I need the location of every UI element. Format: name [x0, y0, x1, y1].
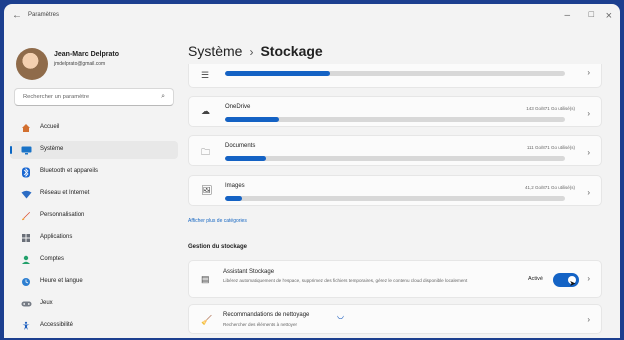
assistant-description: Libérez automatiquement de l'espace, sup…: [223, 278, 468, 283]
section-title: Gestion du stockage: [188, 244, 248, 250]
folder-icon: 🗀: [201, 147, 211, 157]
search-input[interactable]: Rechercher un paramètre ⌕: [14, 88, 174, 106]
list-icon: ☰: [201, 70, 210, 80]
sidebar-item-label: Heure et langue: [40, 278, 83, 284]
loading-icon: ◡: [337, 311, 344, 320]
sidebar-item-systeme[interactable]: Système: [10, 141, 178, 159]
settings-window: ← Paramètres – □ × Jean-Marc Delprato jm…: [4, 4, 620, 338]
toggle-state-label: Activé: [528, 276, 543, 282]
network-icon: [20, 188, 32, 200]
chevron-right-icon: ›: [587, 274, 590, 283]
breadcrumb: Système › Stockage: [188, 43, 323, 59]
sidebar-item-bluetooth[interactable]: Bluetooth et appareils: [10, 163, 178, 181]
title-bar: ← Paramètres – □ ×: [4, 4, 620, 28]
apps-icon: [20, 232, 32, 244]
sidebar-item-label: Accessibilité: [40, 322, 74, 328]
home-icon: [20, 122, 32, 134]
time-language-icon: [20, 276, 32, 288]
cloud-icon: ☁: [201, 106, 210, 116]
active-indicator: [10, 146, 12, 154]
search-placeholder: Rechercher un paramètre: [23, 94, 90, 100]
sidebar-item-applications[interactable]: Applications: [10, 229, 178, 247]
sidebar-item-label: Système: [40, 146, 64, 152]
progress-fill: [225, 117, 280, 122]
storage-row-images[interactable]: 🖼 Images 41,2 Go/871 Go utilisé(s) ›: [188, 175, 602, 206]
back-arrow-icon[interactable]: ←: [12, 10, 22, 21]
sidebar-item-label: Jeux: [40, 300, 53, 306]
progress-bar: [225, 196, 565, 201]
storage-assistant-card[interactable]: ▤ Assistant Stockage Libérez automatique…: [188, 260, 602, 298]
window-title: Paramètres: [28, 12, 60, 18]
sidebar-item-comptes[interactable]: Comptes: [10, 251, 178, 269]
sidebar-item-label: Réseau et Internet: [40, 190, 90, 196]
sidebar-item-accueil[interactable]: Accueil: [10, 119, 178, 137]
cleanup-description: Rechercher des éléments à nettoyer: [223, 322, 298, 327]
progress-bar: [225, 71, 565, 76]
close-button[interactable]: ×: [606, 10, 612, 22]
progress-bar: [225, 156, 565, 161]
sidebar: Jean-Marc Delprato jmdelprato@gmail.com …: [4, 28, 182, 338]
bluetooth-icon: [20, 166, 32, 178]
profile-email: jmdelprato@gmail.com: [54, 61, 106, 67]
progress-fill: [225, 156, 266, 161]
accessibility-icon: [20, 320, 32, 332]
brush-icon: [20, 210, 32, 222]
sidebar-item-jeux[interactable]: Jeux: [10, 295, 178, 313]
sidebar-item-reseau[interactable]: Réseau et Internet: [10, 185, 178, 203]
chevron-right-icon: ›: [587, 188, 590, 197]
profile-name: Jean-Marc Delprato: [54, 51, 119, 58]
more-categories-link[interactable]: Afficher plus de catégories: [188, 218, 247, 224]
sidebar-item-label: Applications: [40, 234, 73, 240]
cleanup-title: Recommandations de nettoyage: [223, 312, 310, 318]
avatar[interactable]: [16, 48, 48, 80]
mouse-cursor-icon: ➤: [569, 279, 576, 288]
progress-bar: [225, 117, 565, 122]
storage-value: 41,2 Go/871 Go utilisé(s): [524, 185, 575, 190]
storage-label: OneDrive: [225, 104, 251, 110]
account-icon: [20, 254, 32, 266]
storage-row-partial[interactable]: ☰ ›: [188, 64, 602, 88]
sidebar-item-accessibilite[interactable]: Accessibilité: [10, 317, 178, 335]
sidebar-item-label: Comptes: [40, 256, 65, 262]
sidebar-item-heure[interactable]: Heure et langue: [10, 273, 178, 291]
cleanup-recommendations-card[interactable]: 🧹 Recommandations de nettoyage ◡ Recherc…: [188, 304, 602, 334]
breadcrumb-current: Stockage: [260, 43, 323, 59]
storage-label: Documents: [225, 143, 256, 149]
storage-assistant-icon: ▤: [201, 274, 210, 284]
image-icon: 🖼: [201, 185, 213, 195]
minimize-button[interactable]: –: [564, 10, 570, 21]
chevron-right-icon: ›: [587, 315, 590, 324]
sidebar-item-label: Bluetooth et appareils: [40, 168, 99, 174]
storage-row-documents[interactable]: 🗀 Documents 111 Go/871 Go utilisé(s) ›: [188, 135, 602, 166]
desktop-frame: ← Paramètres – □ × Jean-Marc Delprato jm…: [0, 0, 624, 340]
search-icon[interactable]: ⌕: [161, 93, 165, 101]
breadcrumb-separator: ›: [249, 45, 254, 59]
chevron-right-icon: ›: [587, 148, 590, 157]
games-icon: [20, 298, 32, 310]
chevron-right-icon: ›: [587, 109, 590, 118]
chevron-right-icon: ›: [587, 68, 590, 77]
maximize-button[interactable]: □: [589, 9, 594, 19]
sidebar-item-personnalisation[interactable]: Personnalisation: [10, 207, 178, 225]
sidebar-item-label: Accueil: [40, 124, 60, 130]
sidebar-item-label: Personnalisation: [40, 212, 85, 218]
system-icon: [20, 144, 32, 156]
assistant-title: Assistant Stockage: [223, 269, 275, 275]
main-content: Système › Stockage ☰ › ☁ OneDrive 143 Go/8…: [182, 28, 620, 338]
cleanup-icon: 🧹: [201, 315, 213, 325]
storage-value: 111 Go/871 Go utilisé(s): [526, 145, 575, 150]
breadcrumb-parent[interactable]: Système: [188, 43, 242, 59]
storage-row-onedrive[interactable]: ☁ OneDrive 143 Go/871 Go utilisé(s) ›: [188, 96, 602, 127]
progress-fill: [225, 71, 331, 76]
storage-value: 143 Go/871 Go utilisé(s): [526, 106, 575, 111]
storage-label: Images: [225, 183, 245, 189]
progress-fill: [225, 196, 242, 201]
